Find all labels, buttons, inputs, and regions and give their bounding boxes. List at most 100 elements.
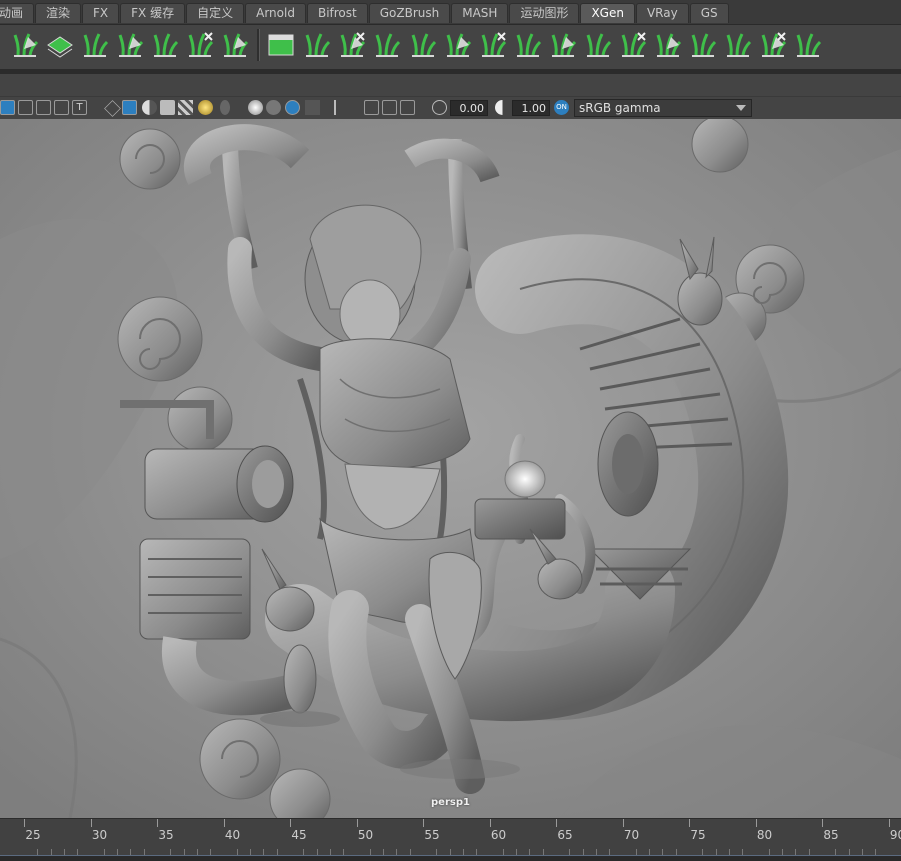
- xgen-brush-icon[interactable]: [337, 29, 367, 61]
- xgen-cut-icon[interactable]: [478, 29, 508, 61]
- tab-xgen[interactable]: XGen: [580, 3, 635, 23]
- tab-bifrost[interactable]: Bifrost: [307, 3, 368, 23]
- xgen-interactive-groom-icon[interactable]: [80, 29, 110, 61]
- shelf-separator: [257, 29, 260, 61]
- timeline-major-tick: [290, 819, 291, 827]
- xgen-noise-icon[interactable]: [618, 29, 648, 61]
- timeline-frame-label: 85: [816, 828, 846, 842]
- xgen-clump-icon[interactable]: [583, 29, 613, 61]
- range-slider-strip[interactable]: [0, 855, 901, 861]
- xgen-add-guides-icon[interactable]: [150, 29, 180, 61]
- tab-fx[interactable]: FX: [82, 3, 119, 23]
- xgen-place-icon[interactable]: [372, 29, 402, 61]
- lighting-icon[interactable]: [142, 100, 157, 115]
- tab-gozbrush[interactable]: GoZBrush: [369, 3, 451, 23]
- text-icon[interactable]: T: [72, 100, 87, 115]
- timeline-frame-label: 45: [284, 828, 314, 842]
- xgen-move-icon[interactable]: [408, 29, 438, 61]
- timeline-major-tick: [157, 819, 158, 827]
- xgen-part-icon[interactable]: [653, 29, 683, 61]
- shelf-tabs: 动画 渲染 FX FX 缓存 自定义 Arnold Bifrost GoZBru…: [0, 3, 730, 24]
- xgen-comb-icon[interactable]: [443, 29, 473, 61]
- xgen-shelf: [0, 25, 901, 69]
- tab-rendering[interactable]: 渲染: [35, 3, 81, 23]
- perspective-viewport[interactable]: persp1: [0, 119, 901, 818]
- xgen-select-icon[interactable]: [793, 29, 823, 61]
- texture-icon[interactable]: [36, 100, 51, 115]
- tab-arnold[interactable]: Arnold: [245, 3, 306, 23]
- tab-vray[interactable]: VRay: [636, 3, 689, 23]
- tab-motion-graphics[interactable]: 运动图形: [509, 3, 579, 23]
- timeline-frame-label: 50: [351, 828, 381, 842]
- xgen-create-grid-icon[interactable]: [45, 29, 75, 61]
- timeline-major-tick: [91, 819, 92, 827]
- gamma-icon[interactable]: [495, 100, 510, 115]
- tab-mash[interactable]: MASH: [451, 3, 508, 23]
- timeline-frame-label: 40: [218, 828, 248, 842]
- timeline-frame-label: 25: [18, 828, 48, 842]
- xgen-bake-icon[interactable]: [220, 29, 250, 61]
- xgen-remove-guides-icon[interactable]: [185, 29, 215, 61]
- xgen-smooth-icon[interactable]: [548, 29, 578, 61]
- exposure-field[interactable]: 0.00: [450, 100, 488, 116]
- shaded-cube-icon[interactable]: [122, 100, 137, 115]
- shadow-icon[interactable]: [220, 100, 230, 115]
- xgen-length-icon[interactable]: [513, 29, 543, 61]
- timeline-frame-label: 65: [550, 828, 580, 842]
- tab-animation[interactable]: 动画: [0, 3, 34, 23]
- panel-menu-area: [0, 74, 901, 96]
- timeline-frame-label: 80: [750, 828, 780, 842]
- timeline-major-tick: [689, 819, 690, 827]
- resolution-gate-icon[interactable]: [400, 100, 415, 115]
- timeline-frame-label: 55: [417, 828, 447, 842]
- timeline-major-tick: [357, 819, 358, 827]
- time-slider[interactable]: 25 30 35 40 45 50 55 60 65 70 75 80 85 90: [0, 818, 901, 860]
- tab-fx-cache[interactable]: FX 缓存: [120, 3, 185, 23]
- xray-joints-icon[interactable]: [364, 100, 379, 115]
- timeline-major-tick: [224, 819, 225, 827]
- timeline-major-tick: [623, 819, 624, 827]
- motion-blur-icon[interactable]: [266, 100, 281, 115]
- checker-icon[interactable]: [178, 100, 193, 115]
- timeline-major-tick: [490, 819, 491, 827]
- timeline-major-tick: [556, 819, 557, 827]
- tab-custom[interactable]: 自定义: [186, 3, 244, 23]
- timeline-frame-label: 75: [683, 828, 713, 842]
- exposure-icon[interactable]: [432, 100, 447, 115]
- image-icon[interactable]: [54, 100, 69, 115]
- xgen-mask-icon[interactable]: [758, 29, 788, 61]
- chevron-down-icon[interactable]: [736, 105, 746, 111]
- timeline-major-tick: [423, 819, 424, 827]
- timeline-frame-label: 30: [85, 828, 115, 842]
- xray-active-icon[interactable]: [382, 100, 397, 115]
- textured-cube-icon[interactable]: [160, 100, 175, 115]
- xgen-freeze-icon[interactable]: [688, 29, 718, 61]
- shelf-tab-bar: 动画 渲染 FX FX 缓存 自定义 Arnold Bifrost GoZBru…: [0, 0, 901, 25]
- smooth-shade-icon[interactable]: [18, 100, 33, 115]
- timeline-frame-label: 35: [151, 828, 181, 842]
- xgen-sculpt-icon[interactable]: [302, 29, 332, 61]
- gamma-field[interactable]: 1.00: [512, 100, 550, 116]
- tab-gs[interactable]: GS: [690, 3, 729, 23]
- camera-name-label: persp1: [0, 797, 901, 808]
- xgen-create-description-icon[interactable]: [10, 29, 40, 61]
- wireframe-icon[interactable]: [0, 100, 15, 115]
- xgen-editor-icon[interactable]: [266, 29, 296, 61]
- xray-icon[interactable]: [334, 100, 346, 115]
- color-space-label: sRGB gamma: [579, 101, 661, 115]
- timeline-major-tick: [889, 819, 890, 827]
- xgen-density-icon[interactable]: [723, 29, 753, 61]
- cube-icon[interactable]: [104, 100, 121, 117]
- antialias-icon[interactable]: [285, 100, 300, 115]
- timeline-major-tick: [822, 819, 823, 827]
- xgen-select-guides-icon[interactable]: [115, 29, 145, 61]
- isolate-icon[interactable]: [305, 100, 320, 115]
- timeline-frame-label: 90: [883, 828, 901, 842]
- color-management-icon[interactable]: ON: [554, 100, 569, 115]
- ssao-icon[interactable]: [248, 100, 263, 115]
- viewport-toolbar: T 0.00 1.00 ON sRGB gamma: [0, 96, 901, 119]
- light-bulb-icon[interactable]: [198, 100, 213, 115]
- timeline-frame-label: 60: [484, 828, 514, 842]
- timeline-frame-label: 70: [617, 828, 647, 842]
- color-space-dropdown[interactable]: sRGB gamma: [574, 99, 752, 117]
